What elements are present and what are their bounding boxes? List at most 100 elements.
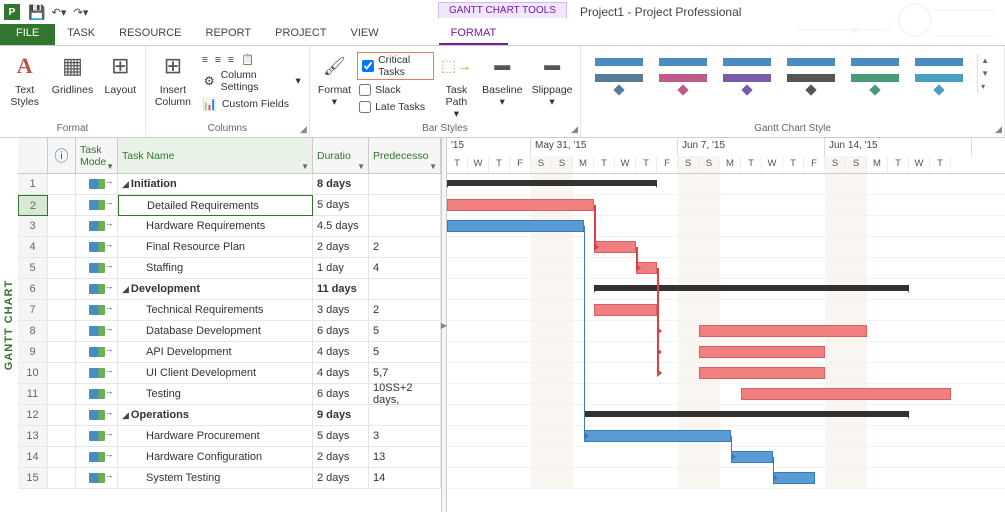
task-bar[interactable]: [699, 325, 867, 337]
table-row[interactable]: 13Hardware Procurement5 days3: [18, 426, 441, 447]
undo-button[interactable]: ↶▾: [49, 2, 69, 22]
row-number[interactable]: 1: [18, 174, 48, 195]
dropdown-icon[interactable]: ▼: [429, 162, 437, 171]
name-cell[interactable]: Detailed Requirements: [118, 195, 313, 216]
baseline-button[interactable]: ▬Baseline▾: [479, 48, 527, 110]
insert-column-button[interactable]: ⊞Insert Column: [150, 48, 196, 110]
header-task-name[interactable]: Task Name▼: [118, 138, 313, 174]
style-option-1[interactable]: [593, 52, 645, 94]
row-number[interactable]: 4: [18, 237, 48, 258]
name-cell[interactable]: Final Resource Plan: [118, 237, 313, 258]
columns-dialog-launcher[interactable]: ◢: [300, 124, 307, 135]
table-row[interactable]: 3Hardware Requirements4.5 days: [18, 216, 441, 237]
duration-cell[interactable]: 8 days: [313, 174, 369, 195]
predecessor-cell[interactable]: 13: [369, 447, 441, 468]
table-row[interactable]: 6◢Development11 days: [18, 279, 441, 300]
duration-cell[interactable]: 5 days: [313, 426, 369, 447]
tab-file[interactable]: FILE: [0, 24, 55, 45]
task-path-button[interactable]: ⬚→Task Path ▾: [436, 48, 476, 122]
name-cell[interactable]: ◢Operations: [118, 405, 313, 426]
layout-button[interactable]: ⊞Layout: [100, 48, 141, 98]
header-info[interactable]: ⓘ: [48, 138, 76, 174]
name-cell[interactable]: UI Client Development: [118, 363, 313, 384]
predecessor-cell[interactable]: 5: [369, 342, 441, 363]
mode-cell[interactable]: [76, 468, 118, 489]
predecessor-cell[interactable]: 14: [369, 468, 441, 489]
name-cell[interactable]: System Testing: [118, 468, 313, 489]
gridlines-button[interactable]: ▦Gridlines: [47, 48, 97, 98]
row-number[interactable]: 13: [18, 426, 48, 447]
style-option-3[interactable]: [721, 52, 773, 94]
late-tasks-checkbox[interactable]: Late Tasks: [357, 100, 434, 114]
predecessor-cell[interactable]: 2: [369, 237, 441, 258]
info-cell[interactable]: [48, 342, 76, 363]
style-option-6[interactable]: [913, 52, 965, 94]
row-number[interactable]: 15: [18, 468, 48, 489]
duration-cell[interactable]: 6 days: [313, 384, 369, 405]
mode-cell[interactable]: [76, 216, 118, 237]
info-cell[interactable]: [48, 258, 76, 279]
task-bar[interactable]: [731, 451, 773, 463]
task-bar[interactable]: [699, 346, 825, 358]
duration-cell[interactable]: 6 days: [313, 321, 369, 342]
redo-button[interactable]: ↷▾: [71, 2, 91, 22]
task-bar[interactable]: [447, 220, 584, 232]
info-cell[interactable]: [48, 237, 76, 258]
critical-tasks-checkbox[interactable]: Critical Tasks: [357, 52, 434, 80]
gallery-dialog-launcher[interactable]: ◢: [995, 124, 1002, 135]
save-button[interactable]: 💾: [27, 2, 47, 22]
task-bar[interactable]: [594, 304, 657, 316]
gantt-chart[interactable]: '15May 31, '15Jun 7, '15Jun 14, '15 TWTF…: [447, 138, 1005, 512]
duration-cell[interactable]: 4 days: [313, 342, 369, 363]
info-cell[interactable]: [48, 279, 76, 300]
row-number[interactable]: 9: [18, 342, 48, 363]
info-cell[interactable]: [48, 384, 76, 405]
predecessor-cell[interactable]: 3: [369, 426, 441, 447]
duration-cell[interactable]: 1 day: [313, 258, 369, 279]
format-barstyles-button[interactable]: 🖌Format▾: [314, 48, 355, 110]
duration-cell[interactable]: 3 days: [313, 300, 369, 321]
task-bar[interactable]: [447, 199, 594, 211]
gantt-row[interactable]: [447, 300, 1005, 321]
tab-format[interactable]: FORMAT: [439, 24, 509, 45]
mode-cell[interactable]: [76, 447, 118, 468]
summary-bar[interactable]: [584, 411, 910, 417]
name-cell[interactable]: API Development: [118, 342, 313, 363]
mode-cell[interactable]: [76, 321, 118, 342]
row-number[interactable]: 11: [18, 384, 48, 405]
table-row[interactable]: 4Final Resource Plan2 days2: [18, 237, 441, 258]
name-cell[interactable]: ◢Initiation: [118, 174, 313, 195]
table-row[interactable]: 9 API Development4 days5: [18, 342, 441, 363]
dropdown-icon[interactable]: ▼: [301, 162, 309, 171]
column-settings-button[interactable]: ⚙Column Settings ▾: [198, 68, 305, 94]
table-row[interactable]: 14Hardware Configuration2 days13: [18, 447, 441, 468]
row-number[interactable]: 12: [18, 405, 48, 426]
gantt-style-gallery[interactable]: ▲▼▾: [585, 48, 1000, 98]
slippage-button[interactable]: ▬Slippage▾: [528, 48, 576, 110]
barstyles-dialog-launcher[interactable]: ◢: [571, 124, 578, 135]
tab-project[interactable]: PROJECT: [263, 24, 338, 45]
header-predecessors[interactable]: Predecesso▼: [369, 138, 441, 174]
summary-bar[interactable]: [594, 285, 909, 291]
slack-checkbox[interactable]: Slack: [357, 83, 434, 97]
dropdown-icon[interactable]: ▼: [357, 162, 365, 171]
row-number[interactable]: 3: [18, 216, 48, 237]
info-cell[interactable]: [48, 426, 76, 447]
style-option-2[interactable]: [657, 52, 709, 94]
mode-cell[interactable]: [76, 363, 118, 384]
table-row[interactable]: 12◢Operations9 days: [18, 405, 441, 426]
row-number[interactable]: 6: [18, 279, 48, 300]
mode-cell[interactable]: [76, 174, 118, 195]
name-cell[interactable]: ◢Development: [118, 279, 313, 300]
duration-cell[interactable]: 2 days: [313, 447, 369, 468]
header-rownum[interactable]: [18, 138, 48, 174]
predecessor-cell[interactable]: [369, 216, 441, 237]
table-row[interactable]: 1 ◢Initiation8 days: [18, 174, 441, 195]
table-row[interactable]: 15System Testing2 days14: [18, 468, 441, 489]
mode-cell[interactable]: [76, 342, 118, 363]
name-cell[interactable]: Technical Requirements: [118, 300, 313, 321]
table-row[interactable]: 10UI Client Development4 days5,7: [18, 363, 441, 384]
info-cell[interactable]: [48, 363, 76, 384]
info-cell[interactable]: [48, 216, 76, 237]
table-row[interactable]: 11Testing6 days10SS+2 days,: [18, 384, 441, 405]
